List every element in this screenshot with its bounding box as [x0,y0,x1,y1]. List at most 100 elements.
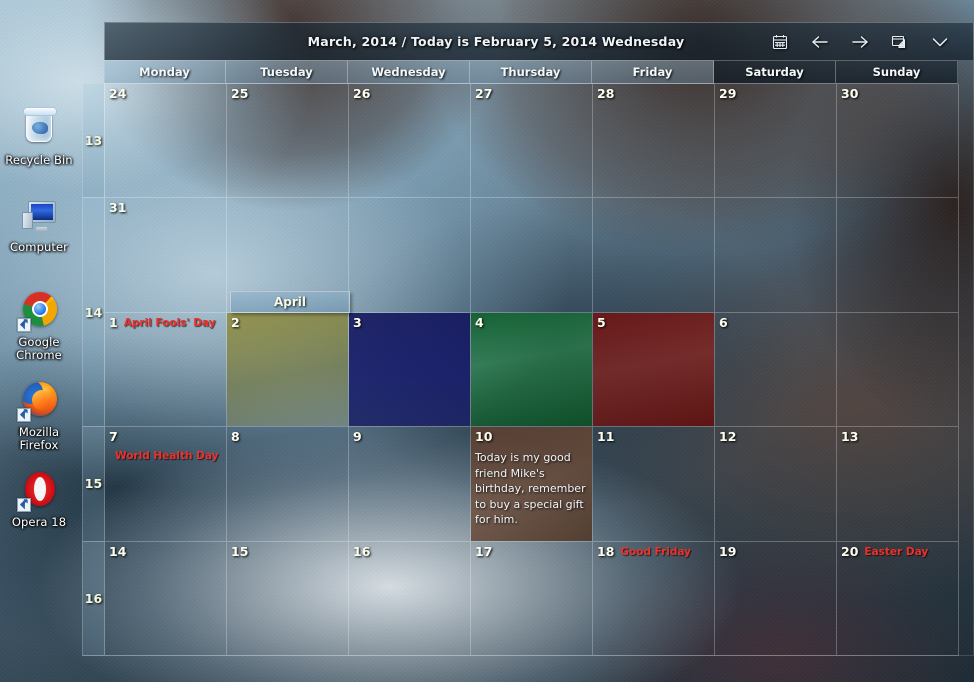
day-number: 13 [841,429,859,445]
day-number: 8 [231,429,240,445]
calendar-day-cell[interactable] [593,198,715,313]
desktop-icon-opera[interactable]: Opera 18 [0,470,78,529]
calendar-day-cell[interactable]: 24 [105,84,227,199]
calendar-day-cell[interactable]: 17 [471,541,593,656]
calendar-day-cell[interactable]: 20 Easter Day [837,541,959,656]
day-cell-content: 20 Easter Day [841,543,954,564]
calendar-day-cell[interactable]: 14 [105,541,227,656]
day-cell-content: 10 Today is my good friend Mike's birthda… [475,430,588,528]
calendar-day-cell[interactable] [837,198,959,313]
calendar-day-cell[interactable]: 1 April Fools' Day [105,312,227,428]
computer-icon [17,195,61,239]
desktop-icon-computer[interactable]: Computer [0,195,78,254]
restore-window-icon[interactable] [887,30,913,54]
calendar-day-cell[interactable]: 15 [227,541,349,656]
calendar-day-cell[interactable]: 16 [349,541,471,656]
calendar-day-cell[interactable]: 5 [593,312,715,428]
calendar-day-cell[interactable]: 10 Today is my good friend Mike's birthda… [471,427,593,542]
calendar-day-cell[interactable]: 19 [715,541,837,656]
calendar-day-cell[interactable]: 18 Good Friday [593,541,715,656]
calendar-day-cell[interactable]: 30 [837,84,959,199]
day-number: 14 [109,543,127,559]
calendar-day-cell[interactable]: 25 [227,84,349,199]
previous-month-arrow-icon[interactable] [807,30,833,54]
calendar-day-cell[interactable]: 11 [593,427,715,542]
day-cell-content: 24 [109,87,222,106]
day-number: 2 [231,314,240,330]
calendar-day-cell[interactable]: 26 [349,84,471,199]
calendar-day-cell[interactable]: 12 [715,427,837,542]
calendar-view-icon[interactable] [767,30,793,54]
day-number: 5 [597,314,606,330]
calendar-day-cell[interactable]: 31 [105,198,227,313]
calendar-title: March, 2014 / Today is February 5, 2014 … [307,34,685,49]
day-number: 6 [719,314,728,330]
recycle-bin-icon [17,107,61,152]
calendar-day-cell[interactable]: 8 [227,427,349,542]
desktop-icon-label-line2: Firefox [19,438,59,452]
calendar-day-cell[interactable]: 13 [837,427,959,542]
day-cell-content: 17 [475,543,588,564]
day-number: 12 [719,429,737,445]
day-cell-content: 19 [719,544,832,564]
day-cell-content: 15 [231,543,344,564]
week-number-cell: 14 [82,198,104,428]
calendar-day-cell[interactable]: 29 [715,84,837,199]
day-cell-content: 14 [109,543,222,564]
day-cell-content: 12 [719,430,832,449]
desktop-icon-mozilla-firefox[interactable]: Mozilla Firefox [0,380,78,452]
day-cell-content: 3 [353,315,466,335]
week-number-cell: 13 [82,84,104,199]
calendar-day-cell[interactable] [715,198,837,313]
desktop-icon-google-chrome[interactable]: Google Chrome [0,290,78,362]
day-cell-content: 28 [597,87,710,106]
day-cell-content [353,201,466,220]
weekday-header-sunday[interactable]: Sunday [836,60,958,84]
day-cell-content [841,201,954,220]
day-cell-content: 6 [719,314,832,335]
google-chrome-icon [17,290,61,334]
day-cell-content: 18 Good Friday [597,544,710,564]
day-number: 29 [719,86,737,101]
day-cell-content: 7 World Health Day [109,430,222,468]
weekday-header-friday[interactable]: Friday [592,60,714,84]
day-note-text[interactable]: Today is my good friend Mike's birthday,… [475,450,588,528]
holiday-label: April Fools' Day [123,316,216,329]
day-cell-content: 5 [597,314,710,335]
day-cell-content [231,201,344,220]
calendar-window[interactable]: March, 2014 / Today is February 5, 2014 … [82,22,974,656]
weekday-header-thursday[interactable]: Thursday [470,60,592,84]
day-number: 26 [353,86,371,101]
calendar-day-cell[interactable]: 2 [227,312,349,428]
day-number: 17 [475,543,493,559]
calendar-day-cell[interactable] [349,198,471,313]
calendar-day-cell[interactable]: 3 [349,312,471,428]
chevron-down-icon[interactable] [927,30,953,54]
calendar-day-cell[interactable]: 6 [715,312,837,428]
desktop-icon-label: Recycle Bin [5,153,73,167]
shortcut-arrow-icon [17,496,31,512]
day-number: 16 [353,543,371,559]
calendar-title-bar[interactable]: March, 2014 / Today is February 5, 2014 … [104,22,974,60]
weekday-header-tuesday[interactable]: Tuesday [226,60,348,84]
day-number: 20 [841,543,859,559]
calendar-day-cell[interactable]: 4 [471,312,593,428]
desktop[interactable]: Recycle Bin Computer Google Chrome Mozil… [0,0,974,682]
calendar-day-cell[interactable]: 9 [349,427,471,542]
day-cell-content: 26 [353,87,466,106]
calendar-day-cell[interactable]: 7 World Health Day [105,427,227,542]
next-month-arrow-icon[interactable] [847,30,873,54]
day-cell-content: 8 [231,430,344,449]
day-number: 15 [231,543,249,559]
calendar-grid[interactable]: 24 25 26 27 28 29 30 31 1 April Fools' Day 2 3 4 5 6 7 W… [104,84,974,656]
weekday-header-wednesday[interactable]: Wednesday [348,60,470,84]
weekday-header-monday[interactable]: Monday [104,60,226,84]
calendar-day-cell[interactable] [471,198,593,313]
weekday-header-saturday[interactable]: Saturday [714,60,836,84]
shortcut-arrow-icon [17,406,31,422]
day-number: 27 [475,86,493,101]
calendar-day-cell[interactable]: 27 [471,84,593,199]
calendar-day-cell[interactable]: 28 [593,84,715,199]
calendar-day-cell[interactable] [837,312,959,428]
desktop-icon-recycle-bin[interactable]: Recycle Bin [0,107,78,167]
